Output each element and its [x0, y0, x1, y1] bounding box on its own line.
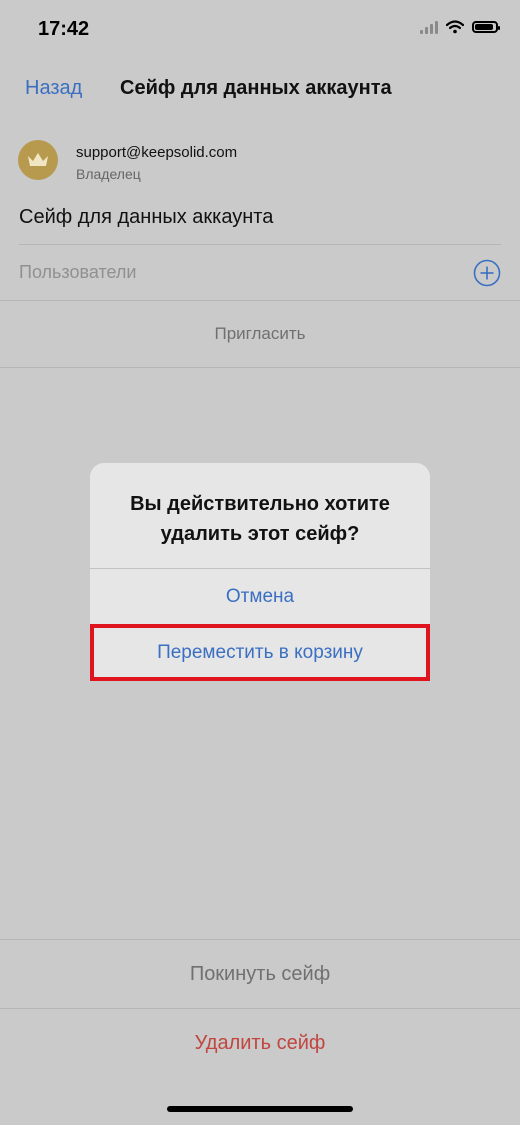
status-bar: 17:42 [0, 0, 520, 60]
divider [19, 244, 501, 245]
nav-bar: Назад Сейф для данных аккаунта [0, 60, 520, 116]
status-icons [420, 20, 500, 34]
owner-role: Владелец [76, 166, 141, 182]
owner-email: support@keepsolid.com [76, 144, 238, 161]
alert-title-line-1: Вы действительно хотите [130, 493, 390, 515]
alert-title: Вы действительно хотите удалить этот сей… [110, 489, 410, 549]
battery-icon [472, 21, 500, 33]
alert-title-line-2: удалить этот сейф? [160, 523, 360, 545]
wifi-icon [446, 20, 464, 34]
delete-confirm-alert: Вы действительно хотите удалить этот сей… [90, 463, 430, 681]
owner-row: support@keepsolid.com Владелец [0, 130, 520, 190]
move-to-trash-button[interactable]: Переместить в корзину [90, 625, 430, 681]
page-title: Сейф для данных аккаунта [120, 77, 392, 99]
crown-icon [28, 153, 48, 166]
vault-name[interactable]: Сейф для данных аккаунта [19, 206, 273, 229]
users-label: Пользователи [19, 262, 137, 282]
back-button[interactable]: Назад [25, 77, 82, 100]
invite-button[interactable]: Пригласить [0, 301, 520, 367]
cancel-button[interactable]: Отмена [90, 569, 430, 625]
home-indicator [167, 1106, 353, 1112]
avatar [18, 140, 58, 180]
cellular-signal-icon [420, 20, 438, 34]
leave-vault-button[interactable]: Покинуть сейф [0, 940, 520, 1008]
plus-circle-icon[interactable] [473, 259, 501, 287]
delete-vault-button[interactable]: Удалить сейф [0, 1009, 520, 1077]
status-time: 17:42 [38, 18, 90, 40]
divider [0, 367, 520, 368]
